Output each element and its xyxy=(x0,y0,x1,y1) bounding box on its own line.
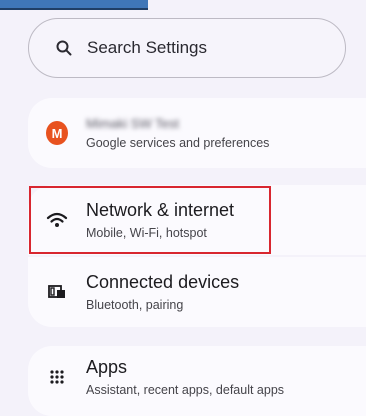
search-icon xyxy=(55,39,73,57)
row-divider xyxy=(28,255,366,257)
search-settings-bar[interactable]: Search Settings xyxy=(28,18,346,78)
highlight-box xyxy=(29,186,271,254)
apps-grid-icon xyxy=(46,366,68,388)
account-avatar: M xyxy=(46,121,68,145)
account-subtitle: Google services and preferences xyxy=(86,135,270,150)
window-accent-bar xyxy=(0,0,148,10)
settings-item-apps[interactable]: Apps Assistant, recent apps, default app… xyxy=(28,346,366,407)
apps-card: Apps Assistant, recent apps, default app… xyxy=(28,346,366,416)
account-name: Mimaki SW Test xyxy=(86,115,179,131)
devices-icon xyxy=(46,281,68,303)
settings-item-subtitle: Bluetooth, pairing xyxy=(86,298,184,312)
settings-item-title: Apps xyxy=(86,356,128,377)
search-placeholder: Search Settings xyxy=(87,38,208,57)
settings-item-connected-devices[interactable]: Connected devices Bluetooth, pairing xyxy=(28,257,366,327)
account-card[interactable]: M Mimaki SW Test Google services and pre… xyxy=(28,98,366,168)
avatar: M xyxy=(46,121,68,145)
settings-item-subtitle: Assistant, recent apps, default apps xyxy=(86,382,285,397)
settings-item-title: Connected devices xyxy=(86,272,240,292)
